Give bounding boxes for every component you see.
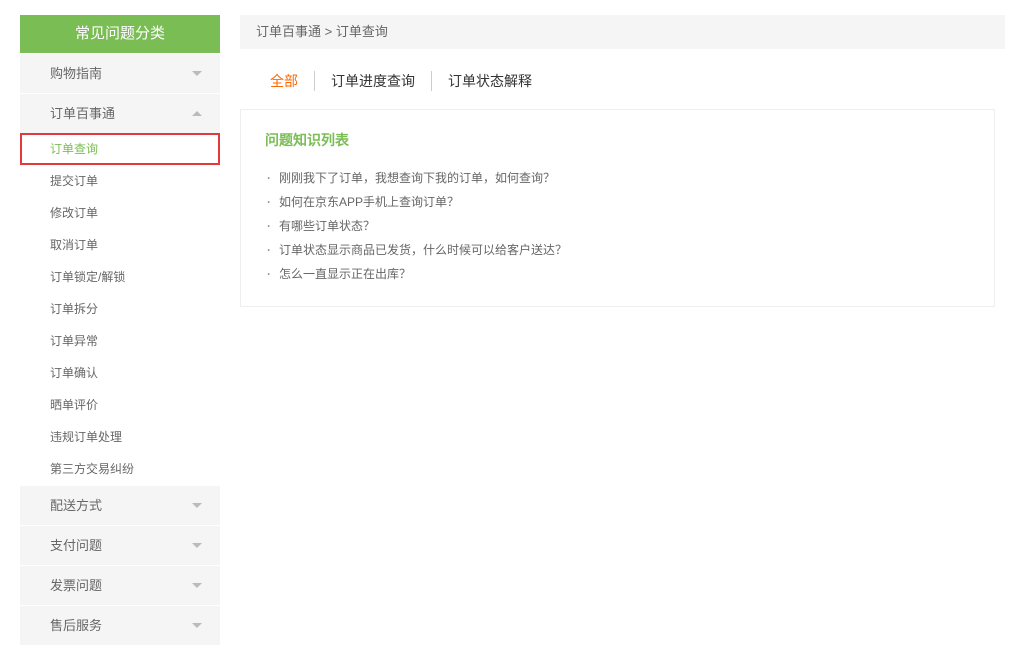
tab-all[interactable]: 全部	[270, 71, 315, 91]
chevron-down-icon	[192, 583, 202, 588]
breadcrumb-separator: >	[321, 24, 336, 39]
sidebar-item-order-confirm[interactable]: 订单确认	[20, 357, 220, 389]
sidebar-item-dispute[interactable]: 第三方交易纠纷	[20, 453, 220, 485]
sidebar: 常见问题分类 购物指南 订单百事通 订单查询 提交订单 修改订单 取消订单 订单…	[20, 15, 220, 645]
tab-progress-query[interactable]: 订单进度查询	[315, 71, 432, 91]
category-label: 订单百事通	[50, 94, 115, 134]
sidebar-item-violation[interactable]: 违规订单处理	[20, 421, 220, 453]
sidebar-item-lock-unlock[interactable]: 订单锁定/解锁	[20, 261, 220, 293]
category-delivery[interactable]: 配送方式	[20, 485, 220, 525]
tabs: 全部 订单进度查询 订单状态解释	[240, 49, 1005, 109]
faq-list: 刚刚我下了订单，我想查询下我的订单，如何查询？ 如何在京东APP手机上查询订单？…	[265, 166, 970, 286]
breadcrumb: 订单百事通 > 订单查询	[240, 15, 1005, 49]
tab-status-explain[interactable]: 订单状态解释	[432, 71, 548, 91]
faq-item[interactable]: 刚刚我下了订单，我想查询下我的订单，如何查询？	[265, 166, 970, 190]
chevron-down-icon	[192, 71, 202, 76]
chevron-up-icon	[192, 111, 202, 116]
faq-item[interactable]: 如何在京东APP手机上查询订单？	[265, 190, 970, 214]
category-label: 购物指南	[50, 54, 102, 94]
chevron-down-icon	[192, 543, 202, 548]
sidebar-item-review[interactable]: 晒单评价	[20, 389, 220, 421]
breadcrumb-current: 订单查询	[336, 24, 388, 39]
category-aftersale[interactable]: 售后服务	[20, 605, 220, 645]
chevron-down-icon	[192, 623, 202, 628]
faq-title: 问题知识列表	[265, 130, 970, 150]
category-label: 支付问题	[50, 526, 102, 566]
sidebar-item-cancel-order[interactable]: 取消订单	[20, 229, 220, 261]
faq-panel: 问题知识列表 刚刚我下了订单，我想查询下我的订单，如何查询？ 如何在京东APP手…	[240, 109, 995, 307]
category-label: 发票问题	[50, 566, 102, 606]
category-invoice[interactable]: 发票问题	[20, 565, 220, 605]
sidebar-item-order-query[interactable]: 订单查询	[20, 133, 220, 165]
category-shopping-guide[interactable]: 购物指南	[20, 53, 220, 93]
sidebar-header: 常见问题分类	[20, 15, 220, 53]
faq-item[interactable]: 有哪些订单状态？	[265, 214, 970, 238]
faq-item[interactable]: 订单状态显示商品已发货，什么时候可以给客户送达？	[265, 238, 970, 262]
category-payment[interactable]: 支付问题	[20, 525, 220, 565]
chevron-down-icon	[192, 503, 202, 508]
sidebar-item-order-exception[interactable]: 订单异常	[20, 325, 220, 357]
breadcrumb-parent[interactable]: 订单百事通	[256, 24, 321, 39]
faq-item[interactable]: 怎么一直显示正在出库？	[265, 262, 970, 286]
sidebar-item-submit-order[interactable]: 提交订单	[20, 165, 220, 197]
category-label: 售后服务	[50, 606, 102, 646]
category-label: 配送方式	[50, 486, 102, 526]
sidebar-item-split-order[interactable]: 订单拆分	[20, 293, 220, 325]
sidebar-item-modify-order[interactable]: 修改订单	[20, 197, 220, 229]
main-content: 订单百事通 > 订单查询 全部 订单进度查询 订单状态解释 问题知识列表 刚刚我…	[240, 15, 1005, 645]
category-order-guide[interactable]: 订单百事通	[20, 93, 220, 133]
